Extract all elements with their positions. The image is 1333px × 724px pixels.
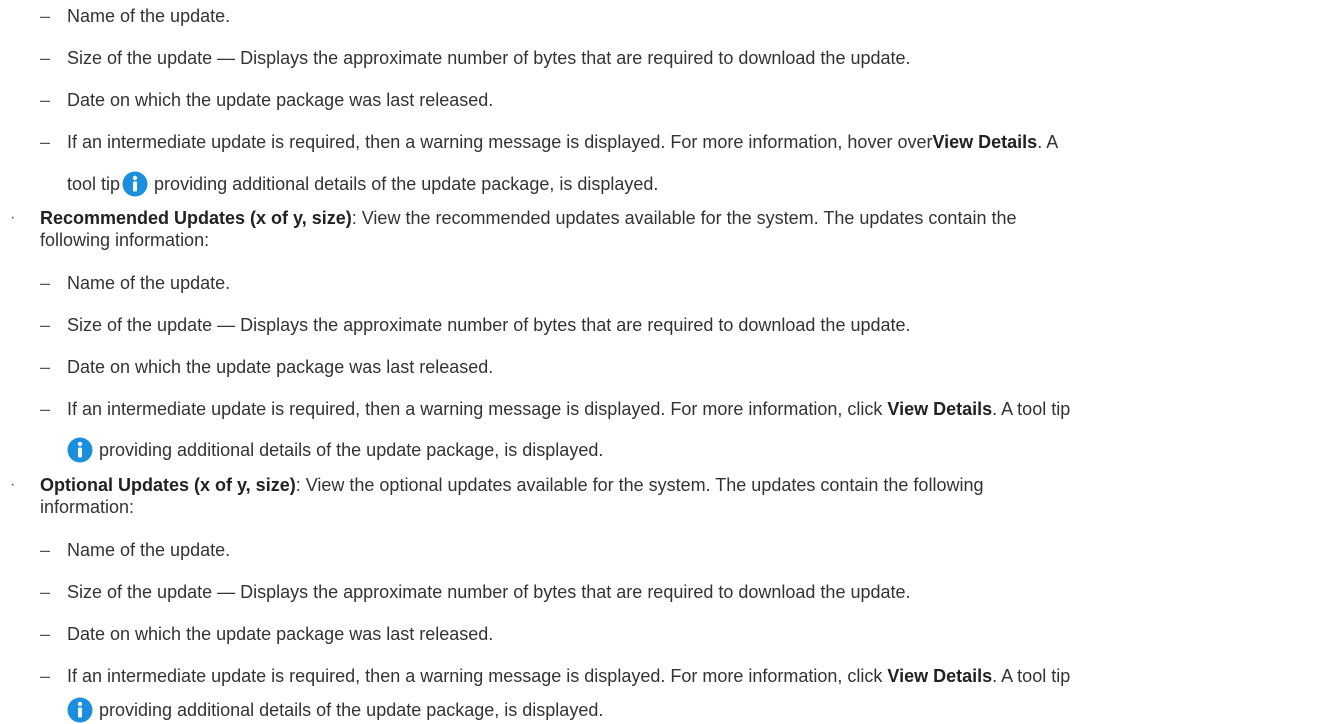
item-name-text: Name of the update. — [67, 273, 231, 293]
item-warning-text: If an intermediate update is required, t… — [67, 399, 1071, 419]
item-name-text: Name of the update. — [67, 540, 231, 560]
dot-bullet: · — [10, 209, 16, 226]
item-warning-text: If an intermediate update is required, t… — [67, 666, 1071, 686]
section-description-cont: information: — [40, 497, 135, 517]
section-title: Recommended Updates (x of y, size) — [40, 208, 352, 228]
section-description: : View the recommended updates available… — [351, 208, 1017, 228]
item-size-text: Size of the update — Displays the approx… — [67, 315, 911, 335]
section-description: : View the optional updates available fo… — [295, 475, 984, 495]
dash-bullet: – — [40, 624, 51, 644]
tool-tip-line: tool tip providing additional details of… — [67, 171, 658, 197]
item-date-text: Date on which the update package was las… — [67, 624, 494, 644]
dash-bullet: – — [40, 132, 51, 152]
dash-bullet: – — [40, 273, 51, 293]
dash-bullet: – — [40, 357, 51, 377]
item-size-text: Size of the update — Displays the approx… — [67, 48, 911, 68]
dash-bullet: – — [40, 48, 51, 68]
item-warning-text: If an intermediate update is required, t… — [67, 132, 1059, 152]
item-date-text: Date on which the update package was las… — [67, 90, 494, 110]
dot-bullet: · — [10, 476, 16, 493]
dash-bullet: – — [40, 399, 51, 419]
item-date-text: Date on which the update package was las… — [67, 357, 494, 377]
info-icon — [67, 437, 93, 463]
view-details-label: View Details — [887, 399, 993, 419]
tool-tip-line: providing additional details of the upda… — [67, 437, 603, 463]
section-description-cont: following information: — [40, 230, 210, 250]
item-size-text: Size of the update — Displays the approx… — [67, 582, 911, 602]
info-icon — [122, 171, 148, 197]
dash-bullet: – — [40, 666, 51, 686]
view-details-label: View Details — [932, 132, 1038, 152]
dash-bullet: – — [40, 540, 51, 560]
info-icon — [67, 697, 93, 723]
dash-bullet: – — [40, 90, 51, 110]
view-details-label: View Details — [887, 666, 993, 686]
dash-bullet: – — [40, 315, 51, 335]
tool-tip-line: providing additional details of the upda… — [67, 697, 603, 723]
dash-bullet: – — [40, 6, 51, 26]
dash-bullet: – — [40, 582, 51, 602]
item-name-text: Name of the update. — [67, 6, 231, 26]
section-title: Optional Updates (x of y, size) — [40, 475, 296, 495]
